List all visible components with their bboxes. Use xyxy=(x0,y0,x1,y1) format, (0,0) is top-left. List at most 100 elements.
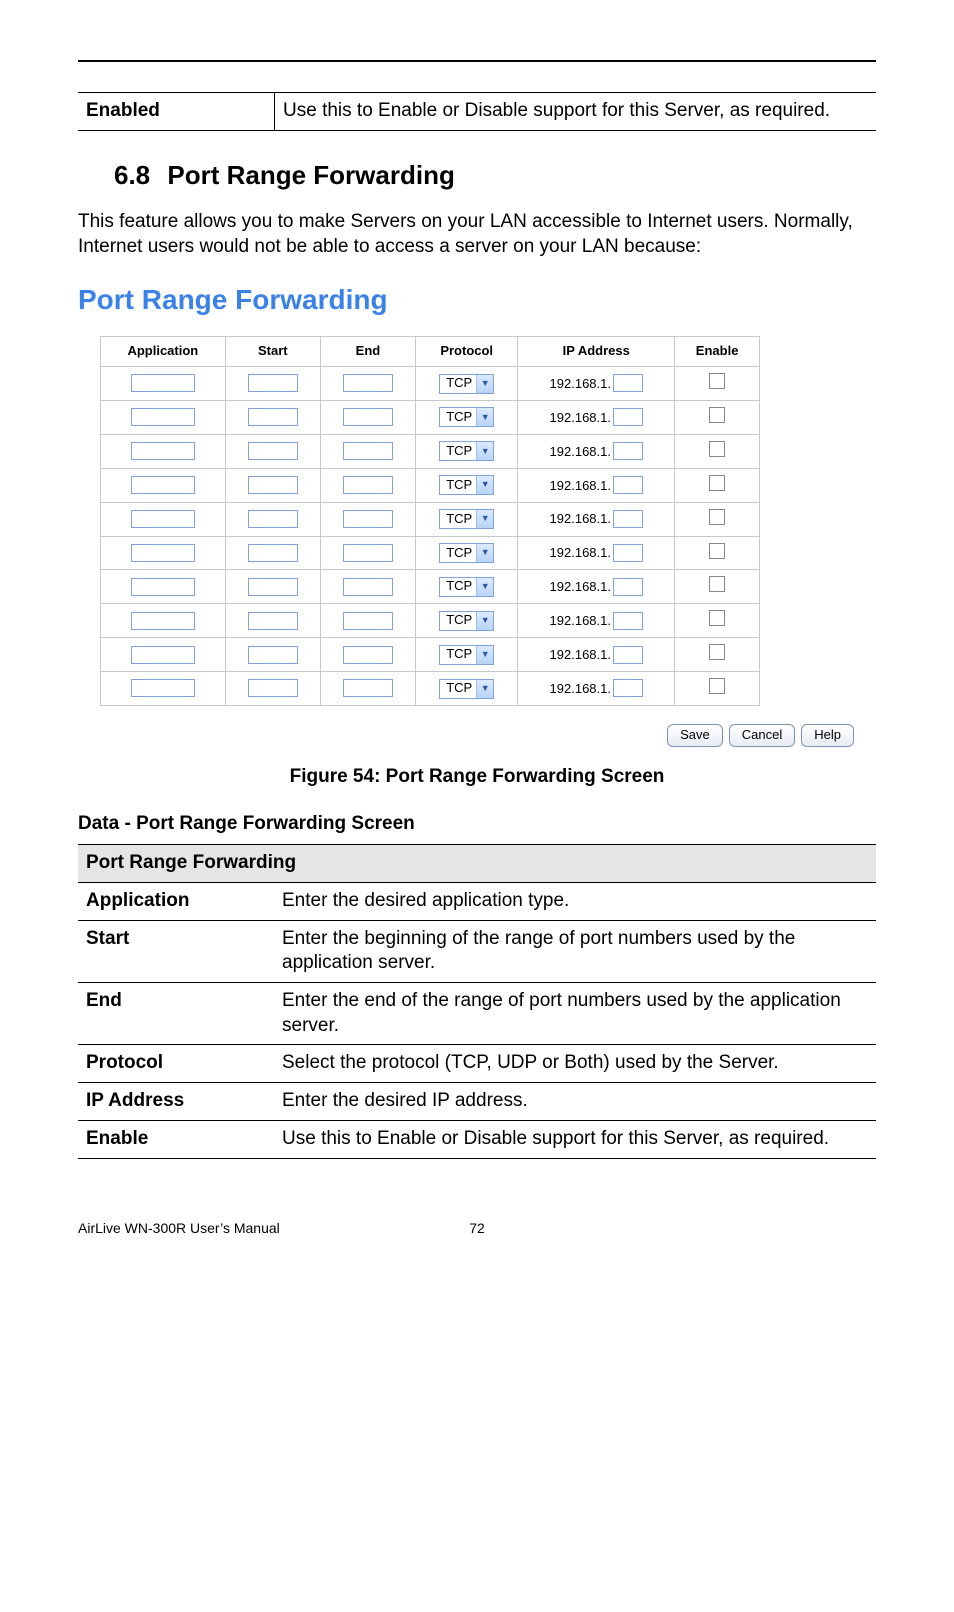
protocol-select[interactable]: TCP▼ xyxy=(439,509,494,529)
grid-row: TCP▼192.168.1. xyxy=(101,468,760,502)
ip-octet-input[interactable] xyxy=(613,544,643,562)
chevron-down-icon: ▼ xyxy=(476,646,493,664)
application-input[interactable] xyxy=(131,374,195,392)
ip-prefix: 192.168.1. xyxy=(550,376,611,391)
protocol-select[interactable]: TCP▼ xyxy=(439,475,494,495)
application-input[interactable] xyxy=(131,612,195,630)
save-button[interactable]: Save xyxy=(667,724,723,747)
protocol-value: TCP xyxy=(440,375,476,392)
protocol-select[interactable]: TCP▼ xyxy=(439,407,494,427)
ip-octet-input[interactable] xyxy=(613,374,643,392)
start-input[interactable] xyxy=(248,646,298,664)
footer-page-number: 72 xyxy=(344,1219,610,1237)
grid-row: TCP▼192.168.1. xyxy=(101,536,760,570)
enable-checkbox[interactable] xyxy=(709,576,725,592)
protocol-value: TCP xyxy=(440,680,476,697)
start-input[interactable] xyxy=(248,544,298,562)
chevron-down-icon: ▼ xyxy=(476,680,493,698)
ip-octet-input[interactable] xyxy=(613,476,643,494)
application-input[interactable] xyxy=(131,578,195,596)
end-input[interactable] xyxy=(343,612,393,630)
ip-prefix: 192.168.1. xyxy=(550,410,611,425)
ip-octet-input[interactable] xyxy=(613,646,643,664)
ip-octet-input[interactable] xyxy=(613,408,643,426)
protocol-select[interactable]: TCP▼ xyxy=(439,374,494,394)
enable-checkbox[interactable] xyxy=(709,543,725,559)
def-row: EndEnter the end of the range of port nu… xyxy=(78,983,876,1045)
protocol-select[interactable]: TCP▼ xyxy=(439,679,494,699)
protocol-select[interactable]: TCP▼ xyxy=(439,543,494,563)
ip-octet-input[interactable] xyxy=(613,679,643,697)
ip-octet-input[interactable] xyxy=(613,612,643,630)
end-input[interactable] xyxy=(343,544,393,562)
enable-checkbox[interactable] xyxy=(709,373,725,389)
start-input[interactable] xyxy=(248,679,298,697)
grid-row: TCP▼ 192.168.1. xyxy=(101,401,760,435)
grid-header: IP Address xyxy=(518,337,675,367)
end-input[interactable] xyxy=(343,442,393,460)
enable-checkbox[interactable] xyxy=(709,678,725,694)
enable-checkbox[interactable] xyxy=(709,407,725,423)
start-input[interactable] xyxy=(248,442,298,460)
application-input[interactable] xyxy=(131,510,195,528)
enable-checkbox[interactable] xyxy=(709,644,725,660)
help-button[interactable]: Help xyxy=(801,724,854,747)
grid-header: Protocol xyxy=(416,337,518,367)
start-input[interactable] xyxy=(248,510,298,528)
ip-prefix: 192.168.1. xyxy=(550,647,611,662)
enable-checkbox[interactable] xyxy=(709,509,725,525)
protocol-select[interactable]: TCP▼ xyxy=(439,611,494,631)
application-input[interactable] xyxy=(131,679,195,697)
protocol-value: TCP xyxy=(440,511,476,528)
section-title: Port Range Forwarding xyxy=(167,160,454,190)
grid-header: End xyxy=(320,337,415,367)
def-row: ProtocolSelect the protocol (TCP, UDP or… xyxy=(78,1045,876,1083)
enable-checkbox[interactable] xyxy=(709,475,725,491)
grid-row: TCP▼192.168.1. xyxy=(101,570,760,604)
protocol-select[interactable]: TCP▼ xyxy=(439,645,494,665)
ip-prefix: 192.168.1. xyxy=(550,613,611,628)
cancel-button[interactable]: Cancel xyxy=(729,724,795,747)
start-input[interactable] xyxy=(248,578,298,596)
application-input[interactable] xyxy=(131,646,195,664)
application-input[interactable] xyxy=(131,442,195,460)
ip-prefix: 192.168.1. xyxy=(550,511,611,526)
start-input[interactable] xyxy=(248,612,298,630)
button-row: Save Cancel Help xyxy=(78,724,854,747)
def-value: Enter the desired application type. xyxy=(274,883,876,921)
top-enabled-desc: Use this to Enable or Disable support fo… xyxy=(275,93,877,131)
end-input[interactable] xyxy=(343,374,393,392)
end-input[interactable] xyxy=(343,476,393,494)
chevron-down-icon: ▼ xyxy=(476,476,493,494)
protocol-select[interactable]: TCP▼ xyxy=(439,441,494,461)
grid-row: TCP▼ 192.168.1. xyxy=(101,604,760,638)
ip-prefix: 192.168.1. xyxy=(550,444,611,459)
end-input[interactable] xyxy=(343,679,393,697)
end-input[interactable] xyxy=(343,646,393,664)
protocol-value: TCP xyxy=(440,578,476,595)
ip-octet-input[interactable] xyxy=(613,510,643,528)
start-input[interactable] xyxy=(248,374,298,392)
def-key: Enable xyxy=(78,1120,274,1158)
enable-checkbox[interactable] xyxy=(709,441,725,457)
start-input[interactable] xyxy=(248,476,298,494)
ip-octet-input[interactable] xyxy=(613,442,643,460)
chevron-down-icon: ▼ xyxy=(476,442,493,460)
ip-octet-input[interactable] xyxy=(613,578,643,596)
start-input[interactable] xyxy=(248,408,298,426)
footer-brand: AirLive WN-300R User’s Manual xyxy=(78,1219,344,1237)
def-section-row: Port Range Forwarding xyxy=(78,845,876,883)
application-input[interactable] xyxy=(131,476,195,494)
protocol-value: TCP xyxy=(440,612,476,629)
def-value: Enter the end of the range of port numbe… xyxy=(274,983,876,1045)
chevron-down-icon: ▼ xyxy=(476,612,493,630)
application-input[interactable] xyxy=(131,408,195,426)
end-input[interactable] xyxy=(343,408,393,426)
enable-checkbox[interactable] xyxy=(709,610,725,626)
def-key: Start xyxy=(78,920,274,982)
end-input[interactable] xyxy=(343,578,393,596)
grid-row: TCP▼ 192.168.1. xyxy=(101,367,760,401)
protocol-select[interactable]: TCP▼ xyxy=(439,577,494,597)
application-input[interactable] xyxy=(131,544,195,562)
end-input[interactable] xyxy=(343,510,393,528)
